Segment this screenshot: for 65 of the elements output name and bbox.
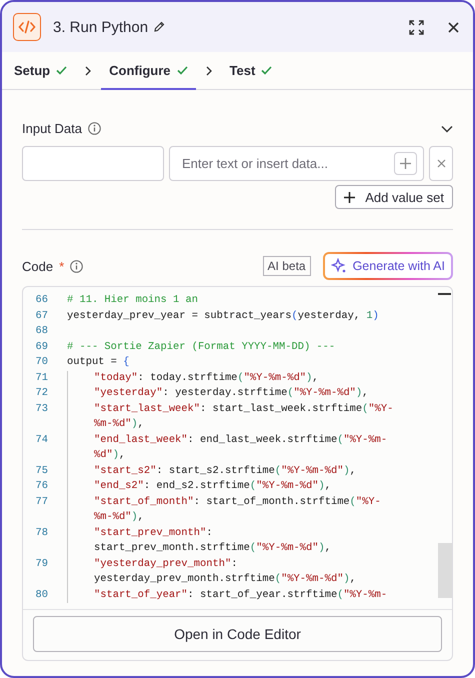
line-number: 72	[34, 386, 49, 402]
scrollbar-thumb[interactable]	[438, 543, 452, 598]
code-line: %d"),	[94, 449, 126, 462]
code-line: yesterday_prev_month.strftime("%Y-%m-%d"),	[94, 573, 356, 586]
code-line: "start_of_year": start_of_year.strftime("%Y-%m-	[94, 588, 388, 601]
code-line: %m-%d"),	[94, 511, 144, 524]
remove-button[interactable]	[429, 146, 453, 182]
step-tab[interactable]: Setup	[6, 52, 76, 90]
section-label: Code	[22, 258, 54, 274]
close-icon[interactable]	[446, 20, 461, 34]
code-line: # --- Sortie Zapier (Format YYYY-MM-DD) ---	[67, 340, 336, 353]
line-number: 69	[34, 340, 49, 355]
line-number: 70	[34, 355, 49, 370]
chevron-icon	[206, 66, 212, 76]
line-number: 75	[34, 464, 49, 479]
step-title: 3. Run Python	[53, 18, 148, 36]
add-value-set-button[interactable]: Add value set	[335, 185, 453, 210]
code-line: "end_last_week": end_last_week.strftime("%Y-%m-	[94, 434, 388, 446]
key-field[interactable]	[22, 146, 164, 182]
step-tab[interactable]: Test	[222, 52, 280, 90]
chevron-icon	[85, 66, 92, 76]
insert-data-button[interactable]	[394, 152, 417, 175]
line-number: 68	[34, 324, 49, 340]
chevron-icon[interactable]	[441, 124, 453, 133]
line-number: 78	[34, 526, 49, 541]
line-number: 67	[34, 308, 49, 324]
generate-button[interactable]: Generate with AI	[322, 252, 453, 280]
plus-icon	[344, 192, 356, 203]
line-number: 66	[34, 293, 49, 308]
sparkle-icon	[330, 258, 347, 274]
info-icon[interactable]	[88, 122, 101, 136]
code-line: # 11. Hier moins 1 an	[67, 294, 198, 306]
code-line: %m-%d"),	[94, 418, 144, 430]
line-number: 73	[34, 402, 49, 417]
line-number: 76	[34, 479, 49, 494]
code-icon	[13, 13, 41, 41]
code-line: output = {	[67, 356, 130, 368]
value-input[interactable]: Enter text or insert data...	[180, 154, 394, 172]
beta-badge: AI beta	[262, 256, 311, 276]
plus-icon	[400, 158, 411, 169]
code-line: "start_last_week": start_last_week.strftime("%Y-	[94, 402, 394, 415]
code-line: "yesterday": yesterday.strftime("%Y-%m-%d"),	[94, 387, 368, 400]
section-label: Input Data	[22, 121, 82, 136]
pencil-icon[interactable]	[153, 21, 166, 33]
code-line: "start_s2": start_s2.strftime("%Y-%m-%d"),	[94, 464, 356, 477]
code-line: "start_prev_month":	[94, 526, 212, 539]
code-line: yesterday_prev_year = subtract_years(yesterday, 1)	[67, 310, 379, 322]
expand-icon[interactable]	[407, 18, 426, 36]
code-editor[interactable]	[22, 286, 453, 661]
line-number: 71	[34, 370, 49, 386]
line-number: 79	[34, 556, 49, 572]
code-line: "yesterday_prev_month":	[94, 558, 238, 570]
close-icon	[436, 158, 446, 168]
step-tab[interactable]: Configure	[101, 52, 196, 90]
value-field[interactable]: Enter text or insert data...	[169, 146, 424, 182]
code-line: "end_s2": end_s2.strftime("%Y-%m-%d"),	[94, 480, 332, 492]
line-number: 80	[34, 588, 49, 603]
line-number: 77	[34, 494, 49, 510]
line-number: 74	[34, 432, 49, 448]
code-line: start_prev_month.strftime("%Y-%m-%d"),	[94, 542, 331, 554]
code-line: "start_of_month": start_of_month.strftime("%Y-	[94, 496, 381, 508]
code-line: "today": today.strftime("%Y-%m-%d"),	[94, 372, 319, 384]
open-editor-button[interactable]: Open in Code Editor	[33, 616, 442, 652]
required-mark: *	[59, 258, 64, 274]
info-icon[interactable]	[70, 260, 84, 273]
